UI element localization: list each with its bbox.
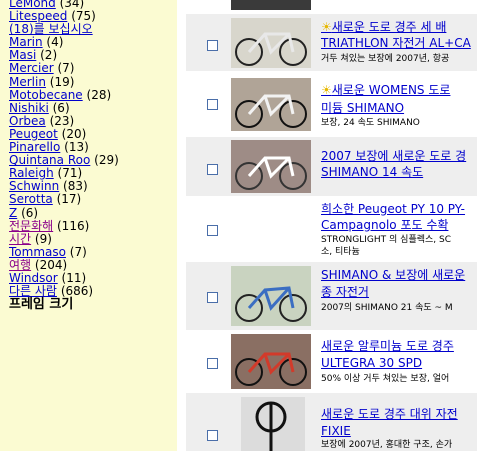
listing-description: 50% 이상 거두 쳐있는 보장, 얼어 bbox=[321, 374, 450, 384]
listing-description: 2007의 SHIMANO 21 속도 ~ M bbox=[321, 303, 453, 313]
listing-title[interactable]: SHIMANO & 보장에 새로운 bbox=[321, 268, 465, 283]
listing-thumbnail[interactable] bbox=[231, 140, 311, 193]
brand-count: (17) bbox=[56, 192, 82, 207]
listing-title[interactable]: ☀새로운 도로 경주 세 배 bbox=[321, 20, 446, 35]
listing-description: 보장, 24 속도 SHIMANO bbox=[321, 118, 420, 128]
listing-thumbnail[interactable] bbox=[231, 334, 311, 389]
listing-row: SHIMANO & 보장에 새로운 종 자전거 2007의 SHIMANO 21… bbox=[186, 262, 477, 330]
listing-row: ☀새로운 도로 경주 세 배 TRIATHLON 자전거 AL+CA 거두 쳐있… bbox=[186, 14, 477, 71]
listing-checkbox[interactable] bbox=[207, 164, 218, 175]
listing-checkbox[interactable] bbox=[207, 40, 218, 51]
listing-row: 새로운 알루미늄 도로 경주 ULTEGRA 30 SPD 50% 이상 거두 … bbox=[186, 332, 477, 390]
listing-title-line2[interactable]: FIXIE bbox=[321, 424, 351, 439]
listing-checkbox[interactable] bbox=[207, 225, 218, 236]
listing-row-partial bbox=[186, 0, 477, 10]
brand-count: (116) bbox=[57, 218, 90, 233]
listing-checkbox[interactable] bbox=[207, 358, 218, 369]
listing-title[interactable]: 새로운 도로 경주 대위 자전 bbox=[321, 407, 458, 422]
listing-title-line2[interactable]: ULTEGRA 30 SPD bbox=[321, 356, 422, 371]
listing-title-line2[interactable]: TRIATHLON 자전거 AL+CA bbox=[321, 36, 471, 51]
listing-description: STRONGLIGHT 의 심플렉스, SC bbox=[321, 235, 452, 245]
brand-count: (7) bbox=[69, 244, 87, 259]
listing-title-line2[interactable]: 미듐 SHIMANO bbox=[321, 101, 404, 116]
brand-count: (28) bbox=[86, 87, 112, 102]
listing-thumbnail[interactable] bbox=[241, 397, 305, 451]
listing-description: 보장에 2007년, 홍대한 구조, 손가 bbox=[321, 440, 453, 450]
listing-title[interactable]: 새로운 알루미늄 도로 경주 bbox=[321, 339, 454, 354]
listing-row: 희소한 Peugeot PY 10 PY- Campagnolo 포도 수확 S… bbox=[186, 198, 477, 260]
listing-description-line2: 소, 티타늄 bbox=[321, 247, 360, 257]
featured-star-icon: ☀ bbox=[321, 83, 332, 97]
listing-title-line2[interactable]: SHIMANO 14 속도 bbox=[321, 165, 423, 180]
listing-thumbnail[interactable] bbox=[231, 0, 311, 10]
listing-thumbnail[interactable] bbox=[231, 18, 311, 68]
listing-checkbox[interactable] bbox=[207, 292, 218, 303]
listing-title[interactable]: 2007 보장에 새로운 도로 경 bbox=[321, 149, 466, 164]
listing-description: 거두 쳐있는 보장에 2007년, 항공 bbox=[321, 54, 450, 64]
listing-row: 새로운 도로 경주 대위 자전 FIXIE 보장에 2007년, 홍대한 구조,… bbox=[186, 393, 477, 451]
listing-title[interactable]: 희소한 Peugeot PY 10 PY- bbox=[321, 202, 465, 217]
listing-results: ☀새로운 도로 경주 세 배 TRIATHLON 자전거 AL+CA 거두 쳐있… bbox=[177, 0, 477, 451]
brand-count: (29) bbox=[94, 153, 119, 168]
listing-checkbox[interactable] bbox=[207, 99, 218, 110]
listing-row: 2007 보장에 새로운 도로 경 SHIMANO 14 속도 bbox=[186, 137, 477, 196]
listing-title-line2[interactable]: Campagnolo 포도 수확 bbox=[321, 218, 448, 233]
listing-title[interactable]: ☀새로운 WOMENS 도로 bbox=[321, 83, 450, 98]
listing-title-line2[interactable]: 종 자전거 bbox=[321, 285, 369, 300]
listing-checkbox[interactable] bbox=[207, 430, 218, 441]
listing-thumbnail[interactable] bbox=[231, 266, 311, 326]
listing-thumbnail[interactable] bbox=[231, 78, 311, 131]
featured-star-icon: ☀ bbox=[321, 20, 332, 34]
listing-row: ☀새로운 WOMENS 도로 미듐 SHIMANO 보장, 24 속도 SHIM… bbox=[186, 75, 477, 132]
brand-filter-sidebar: LeMond (34) Litespeed (75) (18)를 보십시오 Ma… bbox=[0, 0, 177, 451]
